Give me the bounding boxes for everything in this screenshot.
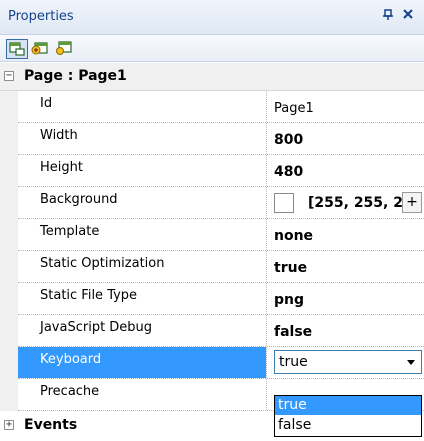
- category-label: Page : Page1: [24, 68, 127, 84]
- column-separator: [266, 379, 267, 410]
- property-row-height[interactable]: Height 480: [18, 155, 424, 187]
- property-value[interactable]: false: [274, 324, 312, 340]
- property-row-static-optimization[interactable]: Static Optimization true: [18, 251, 424, 283]
- property-name: Static Optimization: [40, 256, 165, 271]
- properties-view-icon: [56, 41, 72, 55]
- column-separator: [266, 155, 267, 186]
- property-value[interactable]: true: [274, 260, 307, 276]
- color-swatch[interactable]: [274, 193, 294, 213]
- dropdown-option[interactable]: true: [275, 396, 421, 415]
- events-view-button[interactable]: [30, 39, 52, 59]
- chevron-down-icon[interactable]: [407, 360, 415, 365]
- property-value[interactable]: Page1: [274, 101, 314, 116]
- property-row-javascript-debug[interactable]: JavaScript Debug false: [18, 315, 424, 347]
- column-separator: [266, 283, 267, 314]
- column-separator: [266, 347, 267, 378]
- categorized-view-button[interactable]: [6, 39, 28, 59]
- expand-icon[interactable]: +: [4, 420, 14, 430]
- panel-title: Properties: [8, 9, 74, 24]
- column-separator: [266, 187, 267, 218]
- column-separator: [266, 91, 267, 122]
- category-label: Events: [24, 417, 78, 433]
- close-icon-shape: [403, 9, 413, 19]
- property-grid: − Page : Page1 Id Page1 Width 800 Height…: [0, 63, 424, 441]
- property-row-template[interactable]: Template none: [18, 219, 424, 251]
- property-row-static-file-type[interactable]: Static File Type png: [18, 283, 424, 315]
- combo-value: true: [279, 354, 308, 370]
- property-value[interactable]: 480: [274, 164, 303, 180]
- property-value[interactable]: png: [274, 292, 304, 308]
- property-name: Keyboard: [18, 347, 266, 378]
- property-name: Template: [40, 224, 100, 239]
- events-view-icon: [31, 42, 48, 55]
- property-name: Static File Type: [40, 288, 138, 303]
- property-value[interactable]: none: [274, 228, 313, 244]
- property-name: Background: [40, 192, 118, 207]
- color-picker-button[interactable]: +: [402, 192, 422, 213]
- column-separator: [266, 251, 267, 282]
- categorized-view-icon: [9, 42, 25, 56]
- property-row-keyboard[interactable]: Keyboard true: [18, 347, 424, 379]
- property-name: Width: [40, 128, 78, 143]
- column-separator: [266, 315, 267, 346]
- keyboard-combo-box[interactable]: true: [274, 350, 422, 374]
- keyboard-dropdown-list: true false: [274, 395, 422, 437]
- column-separator: [266, 219, 267, 250]
- properties-panel-header: Properties: [0, 0, 424, 35]
- properties-toolbar: [0, 35, 424, 62]
- property-name: JavaScript Debug: [40, 320, 153, 335]
- property-row-background[interactable]: Background [255, 255, 255] +: [18, 187, 424, 219]
- dropdown-option[interactable]: false: [275, 416, 421, 435]
- property-row-id[interactable]: Id Page1: [18, 91, 424, 123]
- grid-gutter: [0, 63, 18, 441]
- column-separator: [266, 123, 267, 154]
- category-row-page[interactable]: − Page : Page1: [0, 63, 424, 91]
- properties-view-button[interactable]: [54, 39, 76, 59]
- pin-icon-shape: [383, 9, 393, 20]
- property-name: Precache: [40, 384, 100, 399]
- pin-icon[interactable]: [382, 9, 394, 25]
- collapse-icon[interactable]: −: [4, 71, 14, 81]
- property-name: Id: [40, 96, 53, 111]
- property-row-width[interactable]: Width 800: [18, 123, 424, 155]
- property-value[interactable]: 800: [274, 132, 303, 148]
- close-icon[interactable]: [402, 8, 414, 24]
- property-name: Height: [40, 160, 83, 175]
